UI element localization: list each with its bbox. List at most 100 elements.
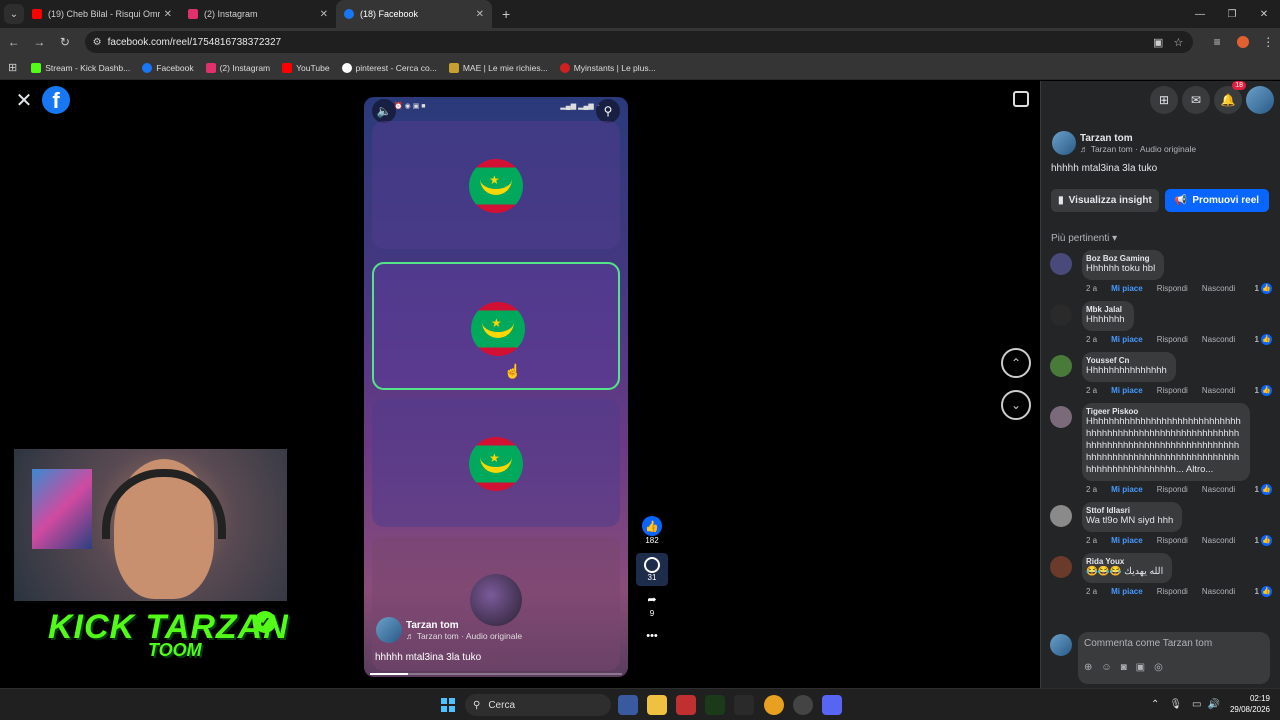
minimize-button[interactable]: — xyxy=(1184,0,1216,28)
comment-likes[interactable]: 1 👍 xyxy=(1255,586,1272,597)
address-bar[interactable]: ⚙ facebook.com/reel/1754816738372327 ▣ ☆ xyxy=(84,31,1194,53)
windows-start-icon[interactable] xyxy=(441,698,455,712)
site-info-icon[interactable]: ⚙ xyxy=(93,37,102,48)
notifications-bell-icon[interactable]: 🔔 18 xyxy=(1214,81,1246,114)
comment-time[interactable]: 2 a xyxy=(1086,587,1097,596)
author-audio[interactable]: ♬ Tarzan tom · Audio originale xyxy=(1080,144,1196,154)
new-tab-button[interactable]: + xyxy=(502,6,510,22)
bookmark-instagram[interactable]: (2) Instagram xyxy=(205,62,270,73)
facebook-logo[interactable]: f xyxy=(42,86,70,114)
like-comment-button[interactable]: Mi piace xyxy=(1111,386,1143,395)
commenter-avatar[interactable] xyxy=(1050,304,1072,326)
share-icon[interactable]: ➦ xyxy=(642,589,662,609)
like-comment-button[interactable]: Mi piace xyxy=(1111,485,1143,494)
share-action[interactable]: ➦ 9 xyxy=(636,589,668,619)
comment-time[interactable]: 2 a xyxy=(1086,536,1097,545)
comment-time[interactable]: 2 a xyxy=(1086,386,1097,395)
tab-search-button[interactable]: ⌄ xyxy=(4,4,24,24)
commenter-avatar[interactable] xyxy=(1050,505,1072,527)
apps-icon[interactable]: ⊞ xyxy=(8,61,17,74)
menu-grid-icon[interactable]: ⊞ xyxy=(1150,86,1178,114)
close-tab-icon[interactable]: ✕ xyxy=(476,9,484,20)
volume-icon[interactable]: 🔊 xyxy=(1208,699,1220,710)
comment-likes[interactable]: 1 👍 xyxy=(1255,484,1272,495)
more-options-icon[interactable]: ••• xyxy=(642,626,662,646)
commenter-avatar[interactable] xyxy=(1050,355,1072,377)
composer-tools-icons[interactable]: ⊕☺◙▣◎ xyxy=(1084,662,1172,673)
bookmark-myinstants[interactable]: Myinstants | Le plus... xyxy=(559,62,656,73)
like-comment-button[interactable]: Mi piace xyxy=(1111,536,1143,545)
volume-icon[interactable]: 🔈 xyxy=(372,99,396,123)
hide-button[interactable]: Nascondi xyxy=(1202,335,1235,344)
reel-author-name[interactable]: Tarzan tom xyxy=(406,620,522,631)
clock[interactable]: 02:19 29/08/2026 xyxy=(1230,693,1270,715)
video-progress-bar[interactable] xyxy=(370,673,622,675)
messenger-icon[interactable]: ✉ xyxy=(1182,86,1210,114)
comment-author[interactable]: Tigeer Piskoo xyxy=(1086,407,1241,416)
comment-author[interactable]: Mbk Jalal xyxy=(1086,305,1125,314)
like-comment-button[interactable]: Mi piace xyxy=(1111,335,1143,344)
commenter-avatar[interactable] xyxy=(1050,556,1072,578)
comment-input[interactable]: Commenta come Tarzan tom ⊕☺◙▣◎ xyxy=(1078,632,1270,684)
back-button[interactable]: ← xyxy=(2,30,26,54)
network-icon[interactable]: ▭ xyxy=(1192,699,1201,710)
tab-facebook[interactable]: (18) Facebook ✕ xyxy=(336,0,492,28)
like-comment-button[interactable]: Mi piace xyxy=(1111,284,1143,293)
comment-icon[interactable] xyxy=(644,557,660,573)
taskbar-app-icon[interactable] xyxy=(676,695,696,715)
bookmark-youtube[interactable]: YouTube xyxy=(282,62,330,73)
post-author[interactable]: Tarzan tom ♬ Tarzan tom · Audio original… xyxy=(1052,131,1196,155)
profile-avatar[interactable] xyxy=(1231,30,1255,54)
like-action[interactable]: 👍 182 xyxy=(636,516,668,545)
comment-sort-dropdown[interactable]: Più pertinenti ▾ xyxy=(1051,233,1117,244)
comment-author[interactable]: Rida Youx xyxy=(1086,557,1163,566)
reel-author[interactable]: Tarzan tom ♬ Tarzan tom · Audio original… xyxy=(376,617,522,643)
menu-icon[interactable]: ⋮ xyxy=(1256,30,1280,54)
commenter-avatar[interactable] xyxy=(1050,406,1072,428)
comment-action[interactable]: 31 xyxy=(636,553,668,586)
comment-author[interactable]: Boz Boz Gaming xyxy=(1086,254,1155,263)
comment-likes[interactable]: 1 👍 xyxy=(1255,334,1272,345)
file-explorer-icon[interactable] xyxy=(647,695,667,715)
maximize-button[interactable]: ❐ xyxy=(1216,0,1248,28)
promote-reel-button[interactable]: 📢 Promuovi reel xyxy=(1165,189,1269,212)
hide-button[interactable]: Nascondi xyxy=(1202,386,1235,395)
reply-button[interactable]: Rispondi xyxy=(1157,335,1188,344)
taskbar-app-icon[interactable] xyxy=(618,695,638,715)
reply-button[interactable]: Rispondi xyxy=(1157,485,1188,494)
like-comment-button[interactable]: Mi piace xyxy=(1111,587,1143,596)
close-tab-icon[interactable]: ✕ xyxy=(164,9,172,20)
commenter-avatar[interactable] xyxy=(1050,253,1072,275)
thumbs-up-icon[interactable]: 👍 xyxy=(642,516,662,536)
collapse-panel-icon[interactable] xyxy=(1013,91,1029,107)
bookmark-kick[interactable]: Stream - Kick Dashb... xyxy=(31,62,130,73)
comment-author[interactable]: Youssef Cn xyxy=(1086,356,1167,365)
reply-button[interactable]: Rispondi xyxy=(1157,587,1188,596)
install-icon[interactable]: ▣ xyxy=(1153,36,1163,49)
bookmark-pinterest[interactable]: pinterest - Cerca co... xyxy=(341,62,437,73)
bookmark-facebook[interactable]: Facebook xyxy=(142,62,194,73)
comment-time[interactable]: 2 a xyxy=(1086,335,1097,344)
reply-button[interactable]: Rispondi xyxy=(1157,386,1188,395)
close-reel-button[interactable]: ✕ xyxy=(12,88,36,112)
chrome-icon[interactable] xyxy=(764,695,784,715)
avatar[interactable] xyxy=(1052,131,1076,155)
hide-button[interactable]: Nascondi xyxy=(1202,284,1235,293)
discord-icon[interactable] xyxy=(822,695,842,715)
media-controls-icon[interactable]: ≡ xyxy=(1205,30,1229,54)
taskbar-app-icon[interactable] xyxy=(734,695,754,715)
hide-button[interactable]: Nascondi xyxy=(1202,536,1235,545)
taskbar-search[interactable]: ⚲ Cerca xyxy=(465,694,611,716)
hide-button[interactable]: Nascondi xyxy=(1202,485,1235,494)
comment-likes[interactable]: 1 👍 xyxy=(1255,385,1272,396)
comment-time[interactable]: 2 a xyxy=(1086,284,1097,293)
view-insights-button[interactable]: ▮ Visualizza insight xyxy=(1051,189,1159,212)
reel-audio[interactable]: ♬ Tarzan tom · Audio originale xyxy=(406,631,522,641)
forward-button[interactable]: → xyxy=(28,30,52,54)
account-avatar[interactable] xyxy=(1246,86,1274,114)
bookmark-mae[interactable]: MAE | Le mie richies... xyxy=(448,62,548,73)
more-action[interactable]: ••• xyxy=(636,626,668,646)
chevron-up-icon[interactable]: ⌃ xyxy=(1151,699,1159,710)
reload-button[interactable]: ↻ xyxy=(53,30,77,54)
comment-author[interactable]: Sttof Idlasri xyxy=(1086,506,1173,515)
